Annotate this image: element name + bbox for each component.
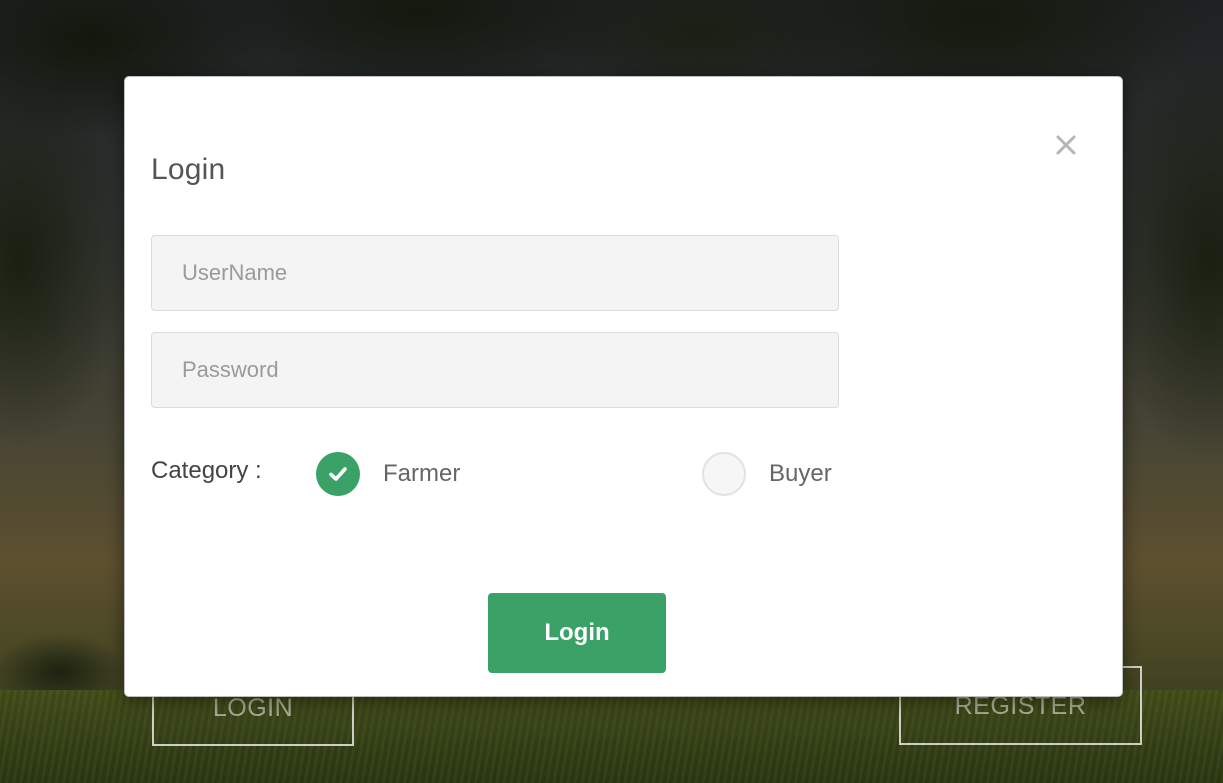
category-label: Category :	[151, 457, 262, 484]
password-input[interactable]	[151, 332, 839, 408]
category-radio-buyer[interactable]: Buyer	[702, 452, 832, 496]
modal-title: Login	[151, 153, 226, 186]
close-button[interactable]	[1051, 130, 1081, 160]
category-radio-farmer[interactable]: Farmer	[316, 452, 460, 496]
check-icon	[329, 467, 347, 481]
username-input[interactable]	[151, 235, 839, 311]
login-submit-button[interactable]: Login	[488, 593, 666, 673]
close-icon	[1056, 135, 1076, 155]
login-modal: Login Category : Farmer Buyer Login	[124, 76, 1123, 697]
radio-unchecked-indicator[interactable]	[702, 452, 746, 496]
radio-label-farmer: Farmer	[383, 460, 461, 487]
radio-checked-indicator[interactable]	[316, 452, 360, 496]
radio-label-buyer: Buyer	[769, 460, 832, 487]
